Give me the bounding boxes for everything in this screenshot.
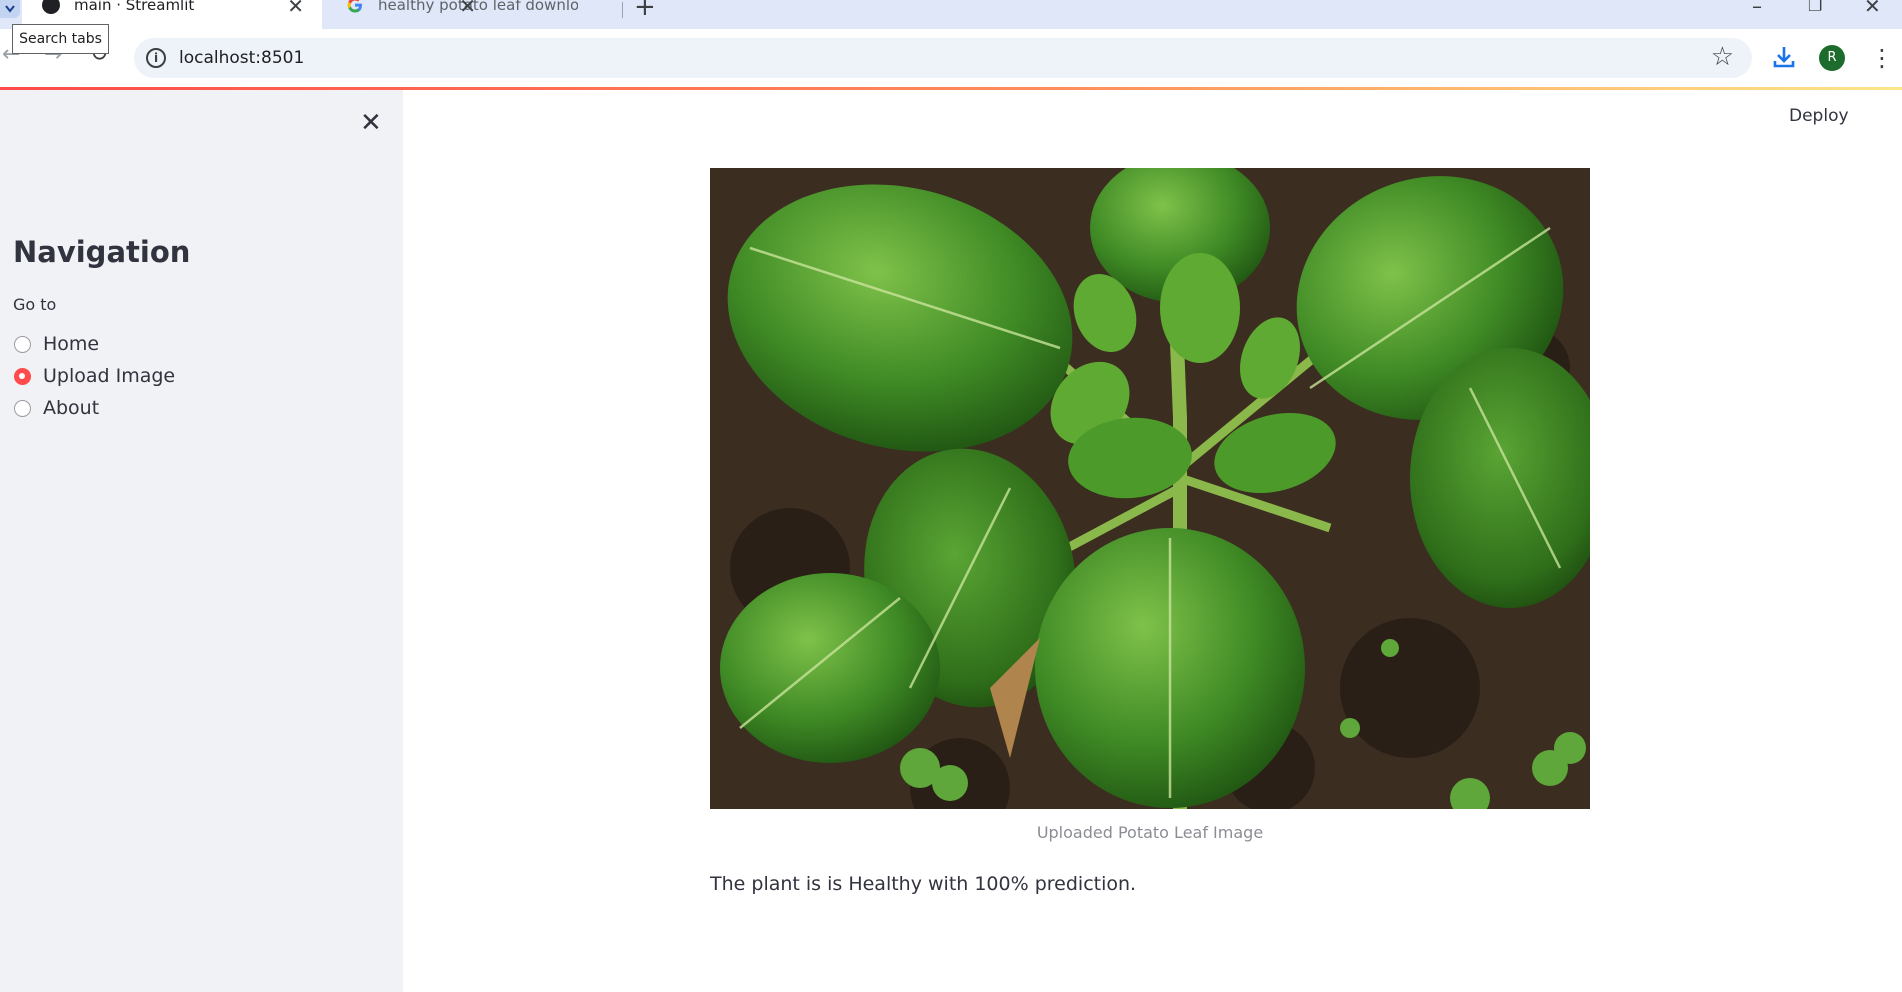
radio-button[interactable] xyxy=(14,335,31,353)
streamlit-favicon-icon xyxy=(42,0,60,14)
close-tab-icon[interactable]: ✕ xyxy=(459,0,476,18)
maximize-icon[interactable]: ❐ xyxy=(1808,0,1822,15)
google-favicon-icon xyxy=(346,0,364,14)
new-tab-icon[interactable]: + xyxy=(634,0,656,22)
radio-button-selected[interactable] xyxy=(14,367,31,385)
radio-group-label: Go to xyxy=(13,295,57,314)
sidebar-title: Navigation xyxy=(13,235,191,269)
info-icon[interactable]: i xyxy=(146,48,166,68)
radio-label: Upload Image xyxy=(43,365,176,387)
prediction-result-text: The plant is is Healthy with 100% predic… xyxy=(710,873,1137,895)
sidebar: ✕ Navigation Go to Home Upload Image Abo… xyxy=(0,90,403,992)
profile-avatar[interactable]: R xyxy=(1819,45,1845,71)
tab-google-search[interactable]: healthy potato leaf download - ✕ xyxy=(326,0,618,29)
image-caption: Uploaded Potato Leaf Image xyxy=(1036,823,1264,842)
menu-icon[interactable]: ⋮ xyxy=(1870,44,1894,72)
uploaded-potato-leaf-image xyxy=(710,168,1590,809)
deploy-button[interactable]: Deploy xyxy=(1789,106,1849,126)
tab-strip: main · Streamlit ✕ healthy potato leaf d… xyxy=(0,0,1902,29)
tab-title: healthy potato leaf download - xyxy=(378,0,578,14)
search-tabs-tooltip: Search tabs xyxy=(12,24,109,54)
tab-title: main · Streamlit xyxy=(74,0,195,14)
radio-option-about[interactable]: About xyxy=(14,397,99,419)
radio-option-upload-image[interactable]: Upload Image xyxy=(14,365,175,387)
close-window-icon[interactable]: ✕ xyxy=(1864,0,1881,18)
tab-search-icon[interactable] xyxy=(0,0,20,18)
radio-button[interactable] xyxy=(14,399,31,417)
radio-label: Home xyxy=(43,333,100,355)
close-tab-icon[interactable]: ✕ xyxy=(287,0,304,18)
minimize-icon[interactable]: – xyxy=(1752,0,1762,18)
radio-option-home[interactable]: Home xyxy=(14,333,99,355)
star-icon[interactable]: ☆ xyxy=(1711,42,1734,72)
url-text[interactable]: localhost:8501 xyxy=(179,48,304,68)
download-icon[interactable] xyxy=(1772,44,1796,70)
address-bar[interactable]: i localhost:8501 ☆ xyxy=(134,38,1752,78)
radio-label: About xyxy=(43,397,100,419)
close-sidebar-icon[interactable]: ✕ xyxy=(360,108,382,138)
tab-separator xyxy=(622,2,623,18)
